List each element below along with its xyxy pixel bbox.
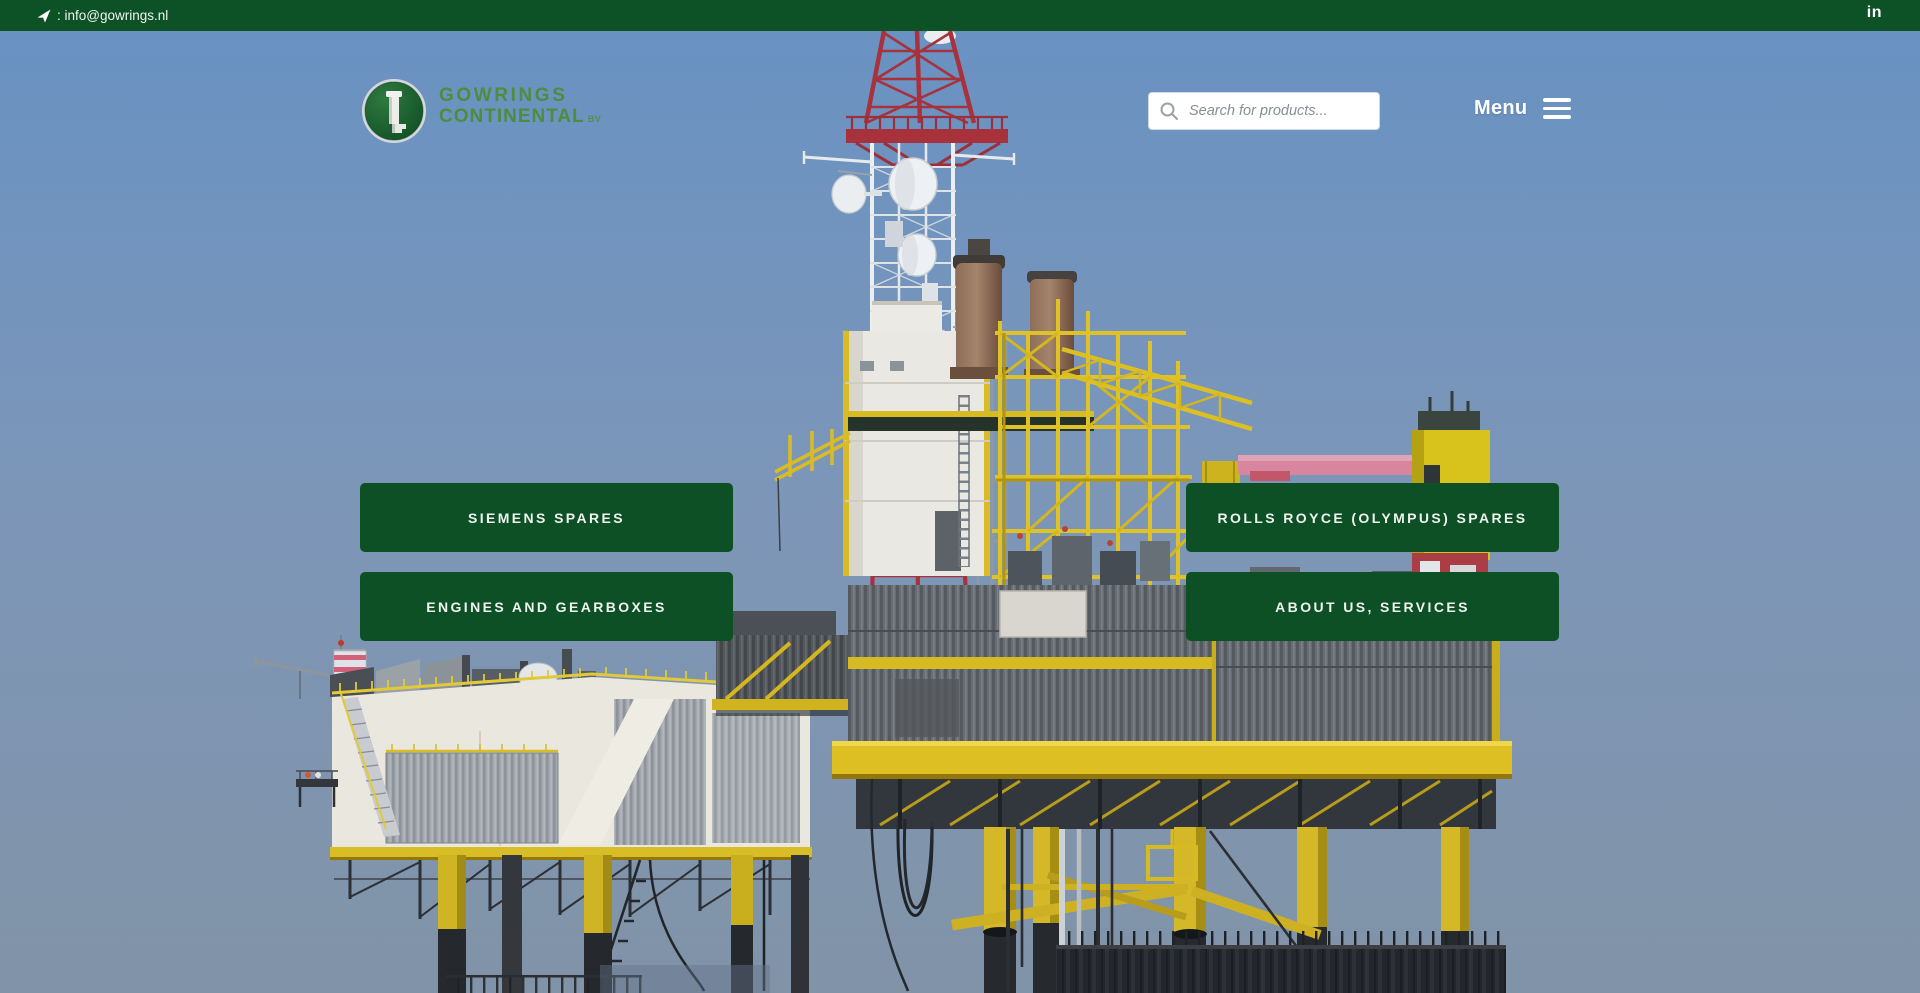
logo-line1: GOWRINGS — [439, 85, 601, 106]
topbar: : info@gowrings.nl in — [0, 0, 1920, 31]
search-icon[interactable] — [1159, 101, 1179, 121]
logo-bv-suffix: BV — [588, 114, 602, 124]
site-logo[interactable]: GOWRINGS CONTINENTALBV — [362, 79, 601, 143]
menu-label: Menu — [1474, 97, 1527, 120]
logo-text: GOWRINGS CONTINENTALBV — [439, 85, 601, 130]
button-about-us-services[interactable]: ABOUT US, SERVICES — [1186, 572, 1559, 641]
menu-button[interactable]: Menu — [1474, 97, 1571, 120]
search-input[interactable] — [1187, 102, 1380, 120]
product-search — [1148, 92, 1380, 130]
oil-rig-photo — [0, 31, 1920, 993]
contact-email-link[interactable]: : info@gowrings.nl — [36, 0, 168, 31]
button-engines-and-gearboxes[interactable]: ENGINES AND GEARBOXES — [360, 572, 733, 641]
send-icon — [36, 8, 52, 24]
logo-line2: CONTINENTALBV — [439, 106, 601, 130]
hero-section: GOWRINGS CONTINENTALBV Menu SIEMENS SPAR… — [0, 31, 1920, 993]
button-rolls-royce-olympus-spares[interactable]: ROLLS ROYCE (OLYMPUS) SPARES — [1186, 483, 1559, 552]
button-siemens-spares[interactable]: SIEMENS SPARES — [360, 483, 733, 552]
linkedin-icon[interactable]: in — [1867, 4, 1882, 22]
contact-email-text: : info@gowrings.nl — [57, 8, 168, 23]
page: : info@gowrings.nl in — [0, 0, 1920, 993]
logo-mark-icon — [362, 79, 426, 143]
hamburger-icon — [1543, 98, 1571, 118]
